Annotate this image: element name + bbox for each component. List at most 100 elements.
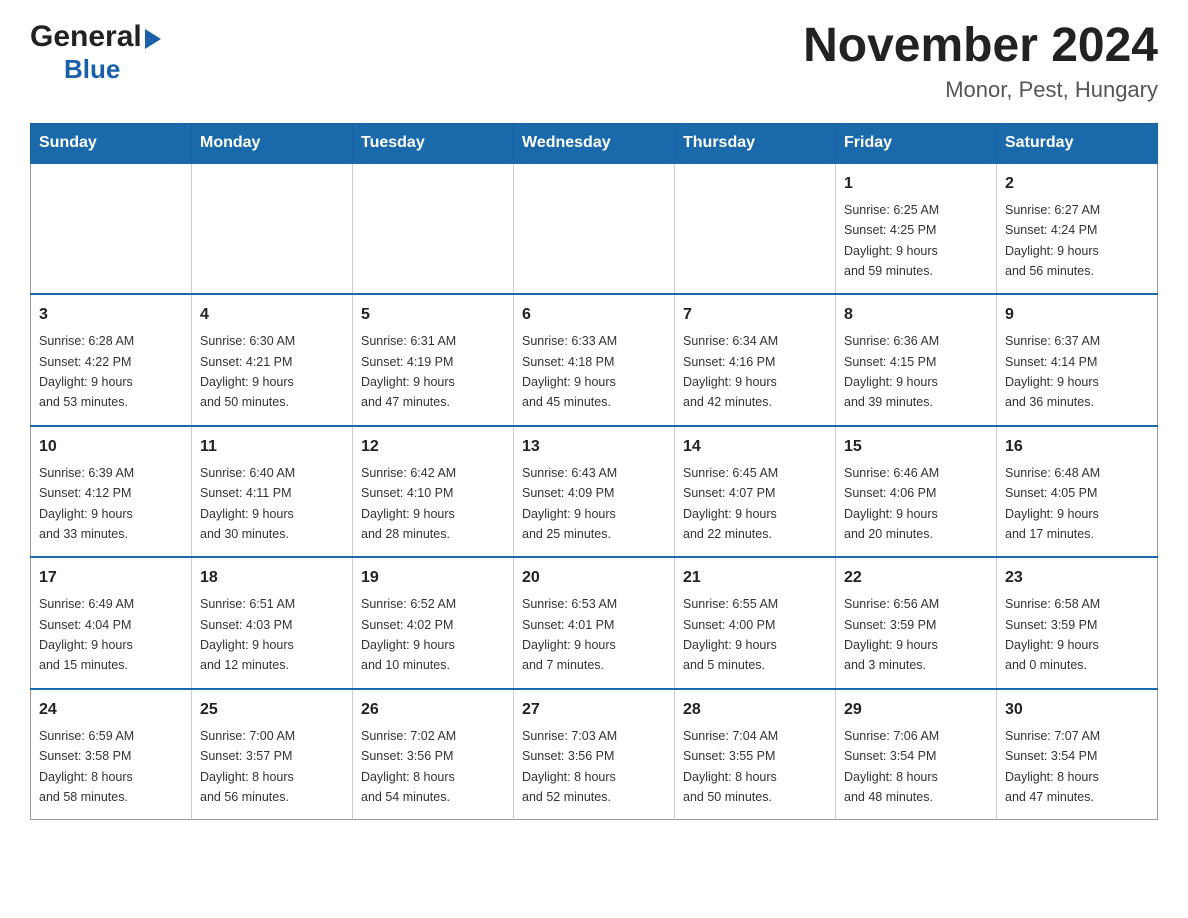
calendar-week-row: 3Sunrise: 6:28 AMSunset: 4:22 PMDaylight… [31,294,1158,426]
calendar-subtitle: Monor, Pest, Hungary [803,77,1158,103]
day-info: Sunrise: 6:40 AMSunset: 4:11 PMDaylight:… [200,466,295,541]
calendar-cell: 3Sunrise: 6:28 AMSunset: 4:22 PMDaylight… [31,294,192,426]
page-header: General Blue November 2024 Monor, Pest, … [30,20,1158,103]
calendar-header: SundayMondayTuesdayWednesdayThursdayFrid… [31,123,1158,163]
day-number: 13 [522,435,666,459]
calendar-cell: 27 Sunrise: 7:03 AMSunset: 3:56 PMDayligh… [514,689,675,820]
day-number: 21 [683,566,827,590]
calendar-cell: 15Sunrise: 6:46 AMSunset: 4:06 PMDayligh… [836,426,997,558]
calendar-body: 1Sunrise: 6:25 AMSunset: 4:25 PMDaylight… [31,163,1158,820]
logo: General Blue [30,20,161,85]
day-info: Sunrise: 6:30 AMSunset: 4:21 PMDaylight:… [200,334,295,409]
day-number: 24 [39,698,183,722]
day-number: 14 [683,435,827,459]
day-number: 4 [200,303,344,327]
day-number: 9 [1005,303,1149,327]
calendar-cell: 7Sunrise: 6:34 AMSunset: 4:16 PMDaylight… [675,294,836,426]
calendar-cell: 29 Sunrise: 7:06 AMSunset: 3:54 PMDayligh… [836,689,997,820]
calendar-cell: 8Sunrise: 6:36 AMSunset: 4:15 PMDaylight… [836,294,997,426]
day-number: 6 [522,303,666,327]
calendar-title: November 2024 [803,20,1158,73]
calendar-cell [31,163,192,295]
weekday-header-tuesday: Tuesday [353,123,514,163]
day-number: 12 [361,435,505,459]
calendar-cell: 21 Sunrise: 6:55 AMSunset: 4:00 PMDayligh… [675,557,836,689]
day-info: Sunrise: 7:02 AMSunset: 3:56 PMDaylight:… [361,729,456,804]
day-info: Sunrise: 6:34 AMSunset: 4:16 PMDaylight:… [683,334,778,409]
day-info: Sunrise: 6:28 AMSunset: 4:22 PMDaylight:… [39,334,134,409]
day-info: Sunrise: 6:46 AMSunset: 4:06 PMDaylight:… [844,466,939,541]
day-info: Sunrise: 6:45 AMSunset: 4:07 PMDaylight:… [683,466,778,541]
day-number: 1 [844,172,988,196]
day-info: Sunrise: 6:37 AMSunset: 4:14 PMDaylight:… [1005,334,1100,409]
day-number: 23 [1005,566,1149,590]
day-info: Sunrise: 6:27 AMSunset: 4:24 PMDaylight:… [1005,203,1100,278]
calendar-cell: 30 Sunrise: 7:07 AMSunset: 3:54 PMDayligh… [997,689,1158,820]
day-info: Sunrise: 6:31 AMSunset: 4:19 PMDaylight:… [361,334,456,409]
day-info: Sunrise: 7:07 AMSunset: 3:54 PMDaylight:… [1005,729,1100,804]
day-info: Sunrise: 7:03 AMSunset: 3:56 PMDaylight:… [522,729,617,804]
calendar-cell: 22 Sunrise: 6:56 AMSunset: 3:59 PMDayligh… [836,557,997,689]
calendar-cell: 5 Sunrise: 6:31 AMSunset: 4:19 PMDaylight… [353,294,514,426]
day-info: Sunrise: 6:48 AMSunset: 4:05 PMDaylight:… [1005,466,1100,541]
calendar-cell: 25 Sunrise: 7:00 AMSunset: 3:57 PMDayligh… [192,689,353,820]
day-number: 28 [683,698,827,722]
day-info: Sunrise: 6:56 AMSunset: 3:59 PMDaylight:… [844,597,939,672]
day-info: Sunrise: 6:53 AMSunset: 4:01 PMDaylight:… [522,597,617,672]
day-info: Sunrise: 7:04 AMSunset: 3:55 PMDaylight:… [683,729,778,804]
logo-general-text: General [30,20,142,54]
day-info: Sunrise: 7:00 AMSunset: 3:57 PMDaylight:… [200,729,295,804]
calendar-cell: 2 Sunrise: 6:27 AMSunset: 4:24 PMDaylight… [997,163,1158,295]
day-number: 5 [361,303,505,327]
calendar-cell: 16 Sunrise: 6:48 AMSunset: 4:05 PMDayligh… [997,426,1158,558]
day-info: Sunrise: 6:51 AMSunset: 4:03 PMDaylight:… [200,597,295,672]
calendar-week-row: 24 Sunrise: 6:59 AMSunset: 3:58 PMDayligh… [31,689,1158,820]
calendar-cell [192,163,353,295]
day-info: Sunrise: 7:06 AMSunset: 3:54 PMDaylight:… [844,729,939,804]
day-number: 18 [200,566,344,590]
day-number: 26 [361,698,505,722]
weekday-header-saturday: Saturday [997,123,1158,163]
logo-blue-text: Blue [64,54,120,84]
calendar-cell: 19Sunrise: 6:52 AMSunset: 4:02 PMDayligh… [353,557,514,689]
weekday-header-wednesday: Wednesday [514,123,675,163]
day-number: 8 [844,303,988,327]
day-number: 27 [522,698,666,722]
day-number: 29 [844,698,988,722]
calendar-week-row: 17Sunrise: 6:49 AMSunset: 4:04 PMDayligh… [31,557,1158,689]
day-info: Sunrise: 6:55 AMSunset: 4:00 PMDaylight:… [683,597,778,672]
day-number: 2 [1005,172,1149,196]
weekday-header-thursday: Thursday [675,123,836,163]
day-info: Sunrise: 6:52 AMSunset: 4:02 PMDaylight:… [361,597,456,672]
calendar-week-row: 10Sunrise: 6:39 AMSunset: 4:12 PMDayligh… [31,426,1158,558]
calendar-week-row: 1Sunrise: 6:25 AMSunset: 4:25 PMDaylight… [31,163,1158,295]
calendar-cell: 12 Sunrise: 6:42 AMSunset: 4:10 PMDayligh… [353,426,514,558]
weekday-header-sunday: Sunday [31,123,192,163]
calendar-cell: 26 Sunrise: 7:02 AMSunset: 3:56 PMDayligh… [353,689,514,820]
day-info: Sunrise: 6:59 AMSunset: 3:58 PMDaylight:… [39,729,134,804]
calendar-cell: 17Sunrise: 6:49 AMSunset: 4:04 PMDayligh… [31,557,192,689]
logo-arrow-icon [145,29,161,49]
calendar-cell: 10Sunrise: 6:39 AMSunset: 4:12 PMDayligh… [31,426,192,558]
day-info: Sunrise: 6:49 AMSunset: 4:04 PMDaylight:… [39,597,134,672]
day-number: 20 [522,566,666,590]
calendar-cell: 13 Sunrise: 6:43 AMSunset: 4:09 PMDayligh… [514,426,675,558]
weekday-header-row: SundayMondayTuesdayWednesdayThursdayFrid… [31,123,1158,163]
weekday-header-monday: Monday [192,123,353,163]
day-number: 10 [39,435,183,459]
day-number: 22 [844,566,988,590]
day-info: Sunrise: 6:43 AMSunset: 4:09 PMDaylight:… [522,466,617,541]
calendar-cell: 14 Sunrise: 6:45 AMSunset: 4:07 PMDayligh… [675,426,836,558]
calendar-cell: 18 Sunrise: 6:51 AMSunset: 4:03 PMDayligh… [192,557,353,689]
day-number: 30 [1005,698,1149,722]
calendar-cell: 6Sunrise: 6:33 AMSunset: 4:18 PMDaylight… [514,294,675,426]
day-info: Sunrise: 6:58 AMSunset: 3:59 PMDaylight:… [1005,597,1100,672]
calendar-cell: 24 Sunrise: 6:59 AMSunset: 3:58 PMDayligh… [31,689,192,820]
weekday-header-friday: Friday [836,123,997,163]
calendar-cell: 28 Sunrise: 7:04 AMSunset: 3:55 PMDayligh… [675,689,836,820]
day-number: 16 [1005,435,1149,459]
calendar-cell: 20 Sunrise: 6:53 AMSunset: 4:01 PMDayligh… [514,557,675,689]
day-info: Sunrise: 6:42 AMSunset: 4:10 PMDaylight:… [361,466,456,541]
day-number: 25 [200,698,344,722]
calendar-cell [514,163,675,295]
